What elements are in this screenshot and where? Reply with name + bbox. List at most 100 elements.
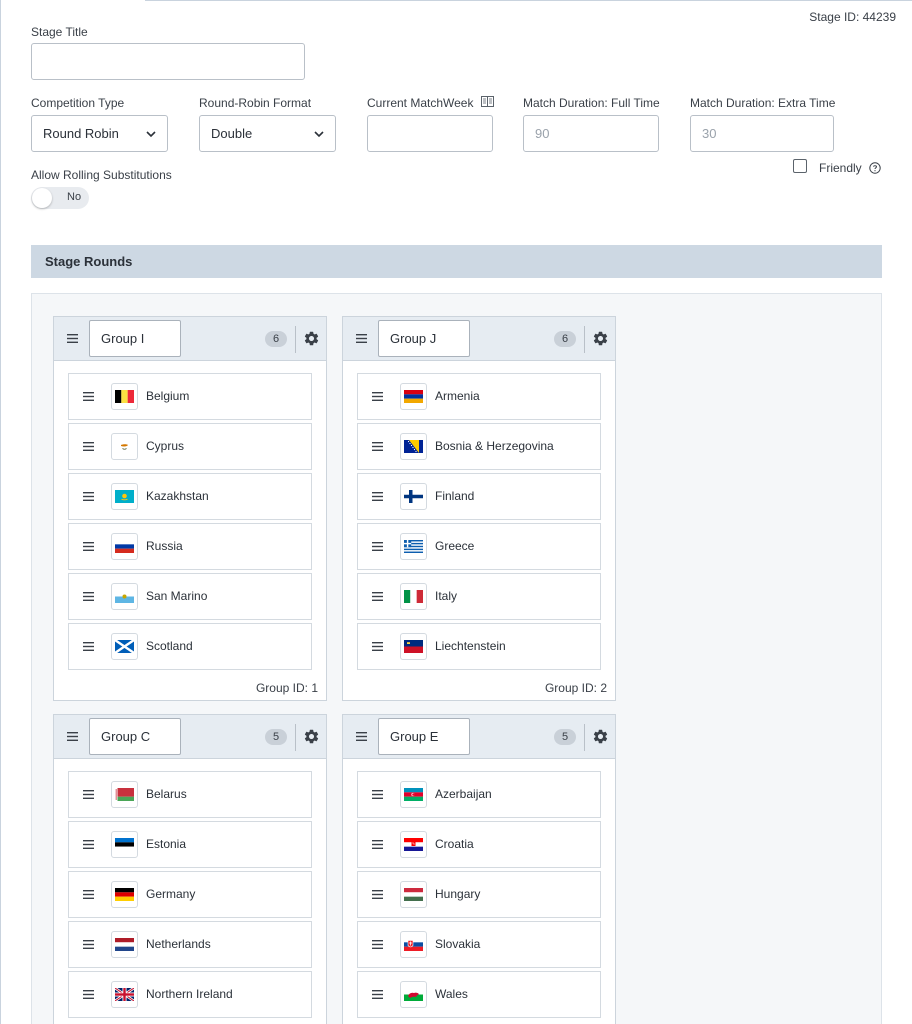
group-name-input[interactable]: Group I [89,320,181,357]
drag-handle-icon[interactable] [83,840,94,849]
team-row[interactable]: Wales [357,971,601,1018]
group-card: Group E 5 Azerbaijan Croatia Hungary Slovakia… [342,714,616,1024]
team-row[interactable]: Germany [68,871,312,918]
netherlands-flag-icon [115,938,134,951]
team-row[interactable]: Greece [357,523,601,570]
drag-handle-icon[interactable] [83,642,94,651]
flag-container [400,433,427,460]
armenia-flag-icon [404,390,423,403]
team-row[interactable]: Cyprus [68,423,312,470]
team-row[interactable]: Netherlands [68,921,312,968]
group-header: Group C 5 [54,715,326,759]
flag-container [111,583,138,610]
team-row[interactable]: Kazakhstan [68,473,312,520]
group-name-input[interactable]: Group E [378,718,470,755]
book-icon[interactable] [481,96,494,107]
azerbaijan-flag-icon [404,788,423,801]
drag-handle-icon[interactable] [83,940,94,949]
round-robin-format-select[interactable]: Double [199,115,336,152]
rolling-subs-value: No [67,191,82,203]
team-row[interactable]: Croatia [357,821,601,868]
drag-handle-icon[interactable] [372,642,383,651]
round-robin-format-value: Double [211,126,253,141]
gear-icon[interactable] [592,728,609,745]
extra-time-input[interactable]: 30 [690,115,834,152]
drag-handle-icon[interactable] [356,334,367,343]
flag-container [111,483,138,510]
stage-title-input[interactable] [31,43,305,80]
drag-handle-icon[interactable] [83,442,94,451]
drag-handle-icon[interactable] [372,790,383,799]
full-time-input[interactable]: 90 [523,115,659,152]
team-name: Slovakia [435,937,481,951]
drag-handle-icon[interactable] [372,840,383,849]
drag-handle-icon[interactable] [372,492,383,501]
drag-handle-icon[interactable] [83,990,94,999]
flag-container [111,981,138,1008]
drag-handle-icon[interactable] [372,990,383,999]
gear-icon[interactable] [303,330,320,347]
team-row[interactable]: Northern Ireland [68,971,312,1018]
team-row[interactable]: Hungary [357,871,601,918]
team-name: Russia [146,539,183,553]
group-header: Group J 6 [343,317,615,361]
drag-handle-icon[interactable] [356,732,367,741]
group-card: Group I 6 Belgium Cyprus Kazakhstan Russia San… [53,316,327,701]
flag-container [111,931,138,958]
team-row[interactable]: Liechtenstein [357,623,601,670]
extra-time-label: Match Duration: Extra Time [690,96,836,110]
team-name: Belarus [146,787,187,801]
flag-container [111,781,138,808]
drag-handle-icon[interactable] [372,592,383,601]
drag-handle-icon[interactable] [67,334,78,343]
divider [584,724,585,751]
team-row[interactable]: Russia [68,523,312,570]
team-count-badge: 6 [554,331,576,347]
team-row[interactable]: Finland [357,473,601,520]
group-name-input[interactable]: Group C [89,718,181,755]
drag-handle-icon[interactable] [83,592,94,601]
group-name-input[interactable]: Group J [378,320,470,357]
drag-handle-icon[interactable] [83,392,94,401]
team-row[interactable]: Azerbaijan [357,771,601,818]
drag-handle-icon[interactable] [67,732,78,741]
flag-container [111,383,138,410]
current-matchweek-input[interactable] [367,115,493,152]
competition-type-select[interactable]: Round Robin [31,115,168,152]
flag-container [400,981,427,1008]
drag-handle-icon[interactable] [83,790,94,799]
group-card: Group C 5 Belarus Estonia Germany Netherlands… [53,714,327,1024]
team-row[interactable]: Estonia [68,821,312,868]
gear-icon[interactable] [592,330,609,347]
drag-handle-icon[interactable] [83,542,94,551]
stage-id: Stage ID: 44239 [809,10,896,24]
team-row[interactable]: Belgium [68,373,312,420]
team-name: Greece [435,539,475,553]
drag-handle-icon[interactable] [372,890,383,899]
belgium-flag-icon [115,390,134,403]
drag-handle-icon[interactable] [83,492,94,501]
team-list: Belgium Cyprus Kazakhstan Russia San Marino S… [54,361,326,670]
team-name: Germany [146,887,196,901]
team-row[interactable]: Armenia [357,373,601,420]
help-icon[interactable] [869,162,881,174]
gear-icon[interactable] [303,728,320,745]
team-row[interactable]: Italy [357,573,601,620]
team-row[interactable]: Slovakia [357,921,601,968]
team-row[interactable]: Belarus [68,771,312,818]
friendly-checkbox[interactable] [793,159,807,173]
drag-handle-icon[interactable] [372,940,383,949]
kazakhstan-flag-icon [115,490,134,503]
flag-container [400,633,427,660]
hungary-flag-icon [404,888,423,901]
team-row[interactable]: Scotland [68,623,312,670]
drag-handle-icon[interactable] [372,392,383,401]
team-row[interactable]: Bosnia & Herzegovina [357,423,601,470]
team-row[interactable]: San Marino [68,573,312,620]
flag-container [111,433,138,460]
drag-handle-icon[interactable] [372,542,383,551]
rolling-subs-toggle[interactable]: No [31,187,89,209]
team-name: Armenia [435,389,480,403]
drag-handle-icon[interactable] [83,890,94,899]
drag-handle-icon[interactable] [372,442,383,451]
